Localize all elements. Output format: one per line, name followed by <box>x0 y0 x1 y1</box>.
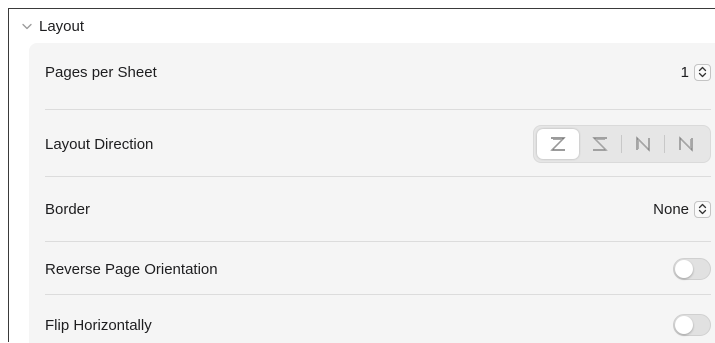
border-popup[interactable]: None <box>653 200 711 218</box>
reverse-page-orientation-label: Reverse Page Orientation <box>45 260 218 278</box>
row-divider <box>45 241 711 242</box>
flip-horizontally-label: Flip Horizontally <box>45 316 152 334</box>
pages-per-sheet-popup[interactable]: 1 <box>680 63 711 81</box>
right-to-left-s-icon[interactable] <box>579 129 621 159</box>
row-divider <box>45 294 711 295</box>
layout-settings-window: Layout Pages per Sheet 1 Layout Directio… <box>8 8 715 343</box>
row-reverse-page-orientation: Reverse Page Orientation <box>45 254 711 284</box>
border-value: None <box>653 200 689 218</box>
chevron-down-icon[interactable] <box>21 20 33 32</box>
top-to-bottom-reverse-n-icon[interactable] <box>622 129 664 159</box>
reverse-page-orientation-toggle[interactable] <box>673 258 711 280</box>
pages-per-sheet-value: 1 <box>680 63 689 81</box>
border-label: Border <box>45 200 91 218</box>
row-divider <box>45 176 711 177</box>
row-flip-horizontally: Flip Horizontally <box>45 310 711 340</box>
up-down-chevron-icon[interactable] <box>694 200 711 218</box>
row-border: Border None <box>45 194 711 224</box>
up-down-chevron-icon[interactable] <box>694 63 711 81</box>
row-divider <box>45 109 711 110</box>
pages-per-sheet-label: Pages per Sheet <box>45 63 157 81</box>
top-to-bottom-n-icon[interactable] <box>665 129 707 159</box>
toggle-knob <box>675 316 693 334</box>
toggle-knob <box>675 260 693 278</box>
flip-horizontally-toggle[interactable] <box>673 314 711 336</box>
layout-direction-label: Layout Direction <box>45 135 154 153</box>
layout-direction-segmented-control[interactable] <box>533 125 711 163</box>
layout-section-header[interactable]: Layout <box>21 16 84 36</box>
row-layout-direction: Layout Direction <box>45 124 711 164</box>
row-pages-per-sheet: Pages per Sheet 1 <box>45 57 711 87</box>
left-to-right-z-icon[interactable] <box>537 129 579 159</box>
layout-settings-panel: Pages per Sheet 1 Layout Direction Borde… <box>29 43 715 343</box>
section-title: Layout <box>39 17 85 35</box>
